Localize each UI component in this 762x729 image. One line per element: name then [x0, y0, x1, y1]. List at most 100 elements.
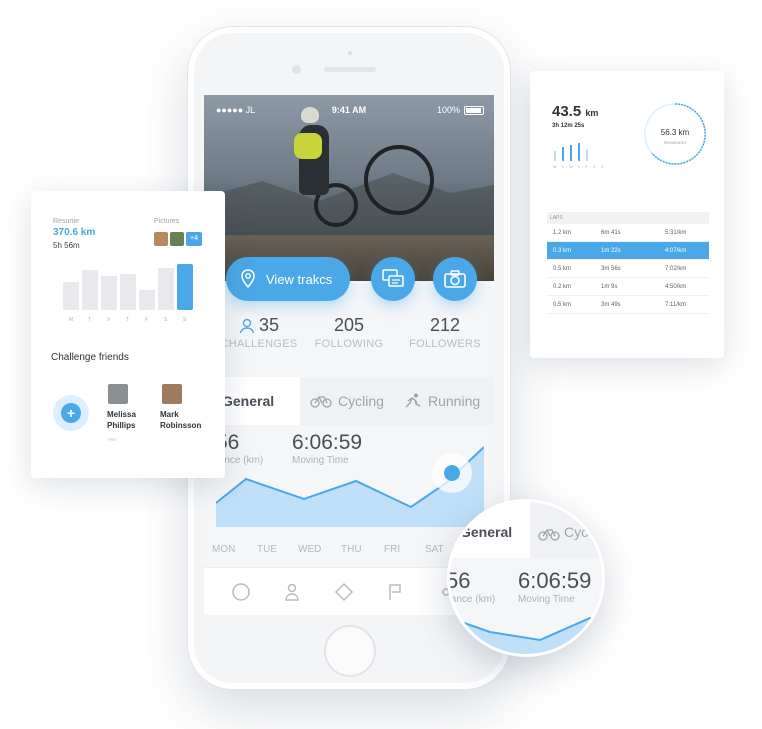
day-label: THU	[341, 544, 362, 555]
day-label: TUE	[257, 544, 277, 555]
weekly-bar	[101, 276, 117, 310]
stat-followers[interactable]: 212 FOLLOWERS	[400, 315, 490, 350]
lap-pace: 5:31/km	[665, 230, 687, 236]
lap-row[interactable]: 0.2 km 1m 9s 4:50/km	[547, 278, 709, 296]
tab-running-label: Running	[428, 393, 481, 409]
challenge-title: Challenge friends	[51, 352, 129, 363]
stat-challenges[interactable]: 35 CHALLENGES	[214, 315, 304, 350]
phone-camera	[292, 65, 301, 74]
lap-distance: 0.5 km	[553, 302, 572, 308]
flag-icon[interactable]	[386, 582, 406, 602]
battery-icon	[464, 106, 484, 115]
friend-name[interactable]: Melissa Phillips	[107, 409, 136, 431]
lap-time: 1m 9s	[601, 284, 618, 290]
lap-time: 1m 22s	[601, 248, 621, 254]
day-label: F	[145, 317, 149, 323]
weekly-bar	[82, 270, 98, 310]
remaining-value: 56.3 km	[660, 128, 690, 137]
day-label: T	[126, 317, 130, 323]
status-bar: ●●●●● JL 9:41 AM 100%	[204, 105, 494, 119]
weekly-bar	[177, 264, 193, 310]
day-label: S	[183, 317, 187, 323]
challenges-count: 35	[258, 315, 280, 335]
activity-area-chart	[216, 446, 484, 527]
pro-badge: PRO	[108, 437, 117, 442]
chart-point[interactable]	[444, 465, 460, 481]
view-tracks-button[interactable]: View trakcs	[226, 257, 350, 301]
total-distance: 43.5 km	[552, 103, 599, 120]
resume-card: Resume 370.6 km 5h 56m Pictures +4 M T X…	[31, 191, 225, 478]
followers-count: 212	[429, 315, 461, 335]
picture-thumb[interactable]	[170, 232, 184, 246]
pictures-label: Pictures	[154, 218, 180, 225]
phone-sensor	[348, 51, 352, 55]
runner-icon	[405, 393, 421, 408]
followers-label: FOLLOWERS	[409, 338, 481, 350]
day-label: S	[164, 317, 168, 323]
day-label: MON	[212, 544, 236, 555]
zoom-chart	[450, 615, 602, 654]
zoom-bicycle-icon	[538, 529, 560, 541]
remaining-label: REMAINING	[663, 140, 687, 145]
activity-tabs: General Cycling Running	[204, 377, 494, 425]
lap-row[interactable]: 1.2 km 6m 41s 5:31/km	[547, 224, 709, 242]
tab-general-label: General	[222, 393, 275, 409]
laps-header: LAPS	[547, 212, 709, 224]
tab-running[interactable]: Running	[404, 377, 494, 425]
picture-thumb[interactable]	[154, 232, 168, 246]
stat-following[interactable]: 205 FOLLOWING	[304, 315, 394, 350]
zoom-tab-general: General	[460, 524, 513, 540]
lap-time: 3m 49s	[601, 302, 621, 308]
camera-button[interactable]	[433, 257, 477, 301]
home-button[interactable]	[324, 625, 376, 677]
zoom-distance-label: tance (km)	[448, 594, 496, 605]
tab-cycling[interactable]: Cycling	[310, 377, 398, 425]
lap-time: 6m 41s	[601, 230, 621, 236]
resume-time: 5h 56m	[53, 241, 80, 250]
friend-name[interactable]: Mark Robinsson	[160, 409, 201, 431]
profile-stats: 35 CHALLENGES 205 FOLLOWING 212 FOLLOWER…	[204, 315, 494, 365]
lap-distance: 1.2 km	[553, 230, 572, 236]
bicycle-icon	[310, 396, 332, 408]
zoom-lens: General Cyc 56 tance (km) 6:06:59 Moving…	[447, 499, 605, 657]
day-label: M	[69, 317, 74, 323]
weekly-bar	[139, 290, 155, 310]
zoom-time-label: Moving Time	[518, 594, 575, 605]
zoom-tab-cycling: Cyc	[564, 524, 589, 540]
explore-icon[interactable]	[334, 582, 354, 602]
user-icon	[239, 318, 255, 333]
challenges-label: CHALLENGES	[220, 338, 298, 350]
day-label: T	[88, 317, 92, 323]
lap-row[interactable]: 0.3 km 1m 22s 4:07/km	[547, 242, 709, 260]
battery-percent: 100%	[436, 105, 460, 115]
camera-icon	[444, 270, 466, 288]
more-pictures-badge[interactable]: +4	[186, 232, 202, 246]
laps-card: 43.5 km 3h 12m 25s M T W T F S S 56.3 km…	[530, 71, 724, 358]
weekly-bar	[158, 268, 174, 310]
day-label: WED	[298, 544, 322, 555]
chat-icon	[382, 269, 404, 287]
lap-time: 3m 56s	[601, 266, 621, 272]
avatar[interactable]	[162, 384, 182, 404]
avatar[interactable]	[108, 384, 128, 404]
profile-icon[interactable]	[282, 582, 302, 602]
lap-row[interactable]: 0.5 km 3m 56s 7:02/km	[547, 260, 709, 278]
messages-button[interactable]	[371, 257, 415, 301]
lap-pace: 7:11/km	[665, 302, 686, 308]
lap-row[interactable]: 0.5 km 3m 49s 7:11/km	[547, 296, 709, 314]
mini-bar-chart	[554, 143, 588, 161]
phone-speaker	[324, 67, 376, 72]
home-circle-icon[interactable]	[231, 582, 251, 602]
following-label: FOLLOWING	[314, 338, 384, 350]
total-duration: 3h 12m 25s	[552, 123, 585, 129]
lap-pace: 4:07/km	[665, 248, 687, 254]
lap-pace: 7:02/km	[665, 266, 687, 272]
lap-distance: 0.3 km	[553, 248, 572, 254]
laps-table: LAPS 1.2 km 6m 41s 5:31/km 0.3 km 1m 22s 4:07…	[547, 212, 709, 314]
resume-distance: 370.6 km	[53, 227, 96, 238]
zoom-time-value: 6:06:59	[518, 568, 592, 593]
add-friend-button[interactable]: +	[61, 403, 81, 423]
lap-distance: 0.5 km	[553, 266, 572, 272]
day-label: X	[107, 317, 111, 323]
view-tracks-label: View trakcs	[266, 271, 333, 287]
